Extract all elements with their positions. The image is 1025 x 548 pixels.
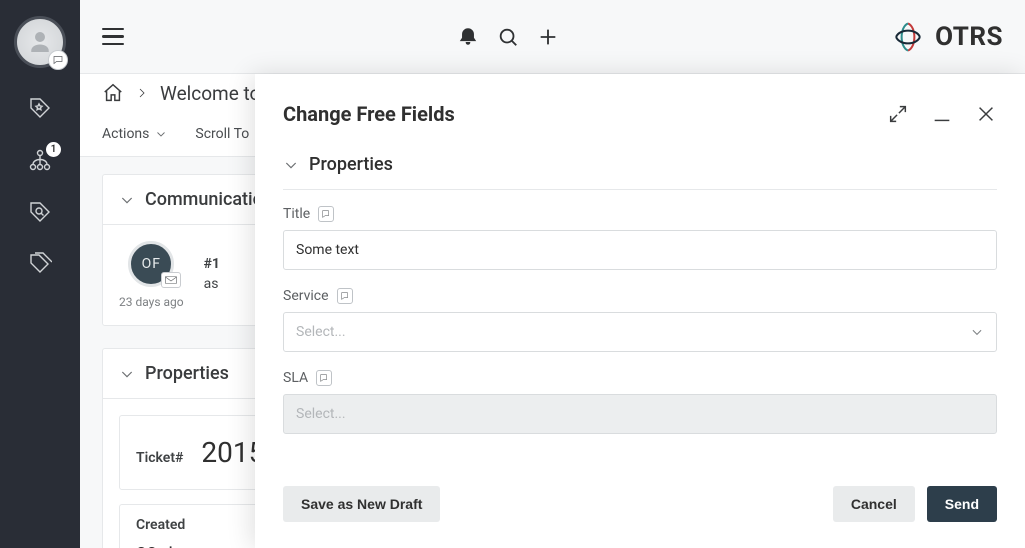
sidebar-item-favorites[interactable] (28, 96, 52, 120)
sidebar-item-tags[interactable] (28, 252, 52, 276)
properties-section-title: Properties (309, 154, 393, 175)
change-free-fields-modal: Change Free Fields Properties Title Serv… (255, 74, 1025, 548)
brand-logo[interactable]: OTRS (891, 20, 1003, 54)
brand-text: OTRS (935, 22, 1003, 52)
home-icon[interactable] (102, 82, 124, 104)
service-field-label: Service (283, 288, 329, 304)
sla-field: SLA Select... (283, 370, 997, 434)
help-icon[interactable] (318, 206, 334, 222)
article-time: 23 days ago (119, 295, 184, 309)
tag-search-icon (28, 200, 52, 224)
chevron-down-icon[interactable] (119, 192, 135, 208)
chevron-down-icon[interactable] (119, 366, 135, 382)
chevron-right-icon (136, 87, 148, 99)
topbar: OTRS (80, 0, 1025, 74)
tag-star-icon (28, 96, 52, 120)
title-field-label: Title (283, 206, 310, 222)
actions-dropdown[interactable]: Actions (102, 126, 167, 142)
menu-toggle[interactable] (102, 28, 124, 45)
search-icon[interactable] (497, 26, 519, 48)
tags-icon (28, 252, 52, 276)
expand-icon[interactable] (887, 103, 909, 125)
close-icon[interactable] (975, 103, 997, 125)
sla-placeholder: Select... (296, 406, 346, 422)
chevron-down-icon (970, 325, 984, 339)
branch-badge: 1 (46, 142, 61, 157)
save-draft-button[interactable]: Save as New Draft (283, 486, 440, 522)
ticket-number-label: Ticket# (136, 450, 183, 466)
service-placeholder: Select... (296, 324, 346, 340)
article-author-avatar[interactable]: OF (128, 241, 174, 287)
title-field: Title (283, 206, 997, 270)
modal-title: Change Free Fields (283, 102, 887, 126)
sidebar-item-processes[interactable]: 1 (28, 148, 52, 172)
help-icon[interactable] (316, 370, 332, 386)
cancel-button[interactable]: Cancel (833, 486, 915, 522)
service-field: Service Select... (283, 288, 997, 352)
properties-section-header[interactable]: Properties (283, 144, 997, 190)
brand-mark-icon (891, 20, 925, 54)
properties-widget-title: Properties (145, 363, 229, 384)
article-preview: #1 as (204, 255, 226, 294)
scrollto-label: Scroll To (195, 126, 249, 142)
title-input[interactable] (283, 230, 997, 270)
avatar-initials: OF (142, 256, 161, 272)
sla-select: Select... (283, 394, 997, 434)
article-line2: as (204, 275, 226, 295)
sidebar-item-search[interactable] (28, 200, 52, 224)
app-sidebar: 1 (0, 0, 80, 548)
article-index: #1 (204, 256, 220, 272)
help-icon[interactable] (337, 288, 353, 304)
chevron-down-icon (155, 128, 167, 140)
create-icon[interactable] (537, 26, 559, 48)
sla-field-label: SLA (283, 370, 308, 386)
chat-badge-icon (48, 50, 68, 70)
mail-icon (161, 272, 181, 288)
send-button[interactable]: Send (927, 486, 997, 522)
current-user-avatar[interactable] (14, 16, 66, 68)
actions-label: Actions (102, 126, 149, 142)
communication-widget-title: Communicatio (145, 189, 263, 210)
minimize-icon[interactable] (931, 103, 953, 125)
chevron-down-icon (283, 157, 299, 173)
service-select[interactable]: Select... (283, 312, 997, 352)
notifications-icon[interactable] (457, 26, 479, 48)
